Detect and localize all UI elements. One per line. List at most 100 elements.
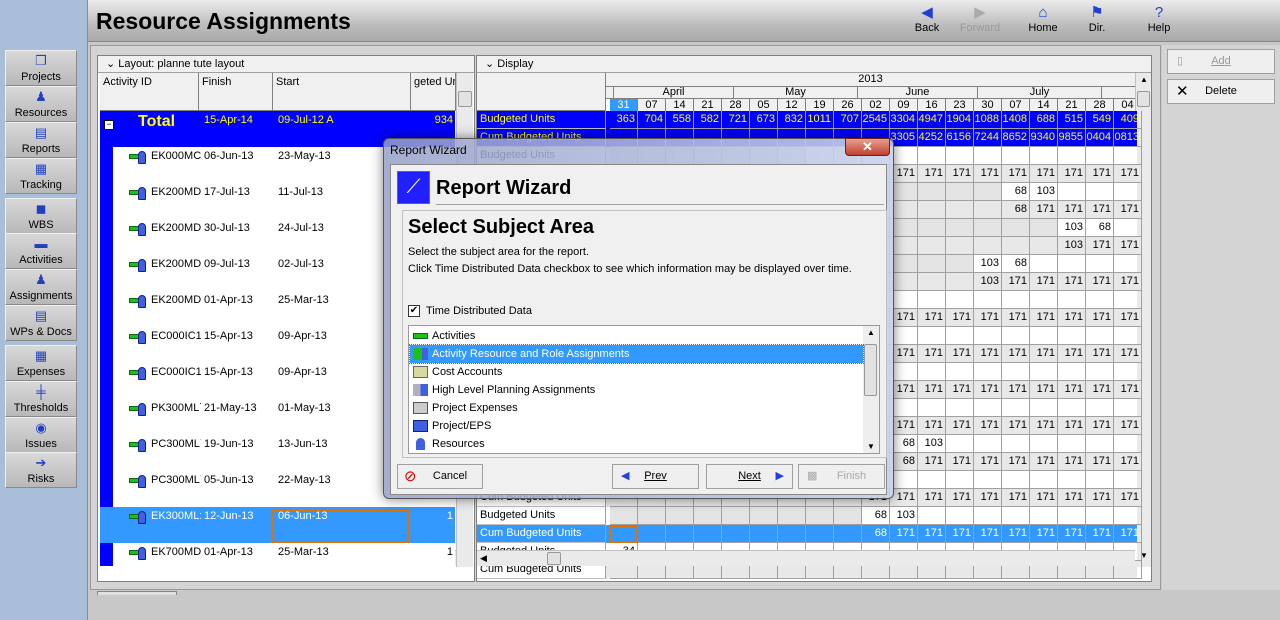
value-cell[interactable]	[1086, 435, 1114, 453]
focused-cell[interactable]	[610, 525, 638, 543]
forward-button[interactable]: ▶ Forward	[952, 4, 1008, 34]
value-cell[interactable]: 4252	[918, 129, 946, 147]
value-cell[interactable]: 171	[1030, 201, 1058, 219]
value-cell[interactable]: 171	[1002, 273, 1030, 291]
value-cell[interactable]	[1002, 291, 1030, 309]
sidebar-item-expenses[interactable]: ▦ Expenses	[5, 345, 77, 381]
value-cell[interactable]	[1086, 147, 1114, 165]
value-cell[interactable]: 558	[666, 111, 694, 129]
value-cell[interactable]: 171	[1114, 237, 1142, 255]
value-cell[interactable]	[890, 399, 918, 417]
value-cell[interactable]: 549	[1086, 111, 1114, 129]
value-cell[interactable]	[974, 183, 1002, 201]
value-cell[interactable]	[946, 435, 974, 453]
value-cell[interactable]	[806, 507, 834, 525]
value-cell[interactable]	[974, 291, 1002, 309]
sidebar-item-tracking[interactable]: ▦ Tracking	[5, 158, 77, 194]
value-cell[interactable]	[946, 237, 974, 255]
value-cell[interactable]	[750, 507, 778, 525]
sidebar-item-resources[interactable]: ♟ Resources	[5, 86, 77, 122]
value-cell[interactable]	[1002, 507, 1030, 525]
value-cell[interactable]	[974, 237, 1002, 255]
value-cell[interactable]	[918, 219, 946, 237]
value-cell[interactable]	[1030, 435, 1058, 453]
prev-button[interactable]: ◀ Prev	[612, 464, 699, 489]
value-cell[interactable]	[1030, 291, 1058, 309]
value-cell[interactable]: 171	[918, 309, 946, 327]
value-cell[interactable]: 1408	[1002, 111, 1030, 129]
value-cell[interactable]: 171	[918, 417, 946, 435]
value-cell[interactable]	[890, 183, 918, 201]
value-cell[interactable]: 171	[1030, 417, 1058, 435]
value-cell[interactable]: 171	[946, 381, 974, 399]
value-cell[interactable]	[1030, 327, 1058, 345]
value-cell[interactable]: 8652	[1002, 129, 1030, 147]
value-cell[interactable]: 171	[1058, 453, 1086, 471]
value-cell[interactable]	[1058, 327, 1086, 345]
value-cell[interactable]: 1011	[806, 111, 834, 129]
value-cell[interactable]	[918, 399, 946, 417]
value-cell[interactable]: 171	[1002, 165, 1030, 183]
value-cell[interactable]: 832	[778, 111, 806, 129]
value-cell[interactable]: 9855	[1058, 129, 1086, 147]
value-cell[interactable]: 103	[1030, 183, 1058, 201]
value-cell[interactable]	[778, 507, 806, 525]
value-cell[interactable]: 171	[946, 453, 974, 471]
value-cell[interactable]	[1058, 363, 1086, 381]
table-row[interactable]: EK300ML: 12-Jun-13 06-Jun-13 1	[100, 507, 455, 543]
value-cell[interactable]	[1114, 363, 1142, 381]
value-cell[interactable]	[1086, 363, 1114, 381]
value-cell[interactable]	[890, 201, 918, 219]
value-cell[interactable]: 171	[918, 525, 946, 543]
value-cell[interactable]: 103	[1058, 219, 1086, 237]
scroll-thumb[interactable]	[458, 91, 472, 107]
value-cell[interactable]: 9340	[1030, 129, 1058, 147]
cum-budgeted-units-row[interactable]: Cum Budgeted Units6817117117117117117117…	[477, 525, 1142, 543]
value-cell[interactable]	[974, 327, 1002, 345]
value-cell[interactable]: 2545	[862, 111, 890, 129]
value-cell[interactable]: 171	[974, 381, 1002, 399]
value-cell[interactable]: 171	[890, 165, 918, 183]
value-cell[interactable]	[1058, 399, 1086, 417]
scroll-left-icon[interactable]: ◀	[480, 553, 487, 564]
value-cell[interactable]: 171	[974, 489, 1002, 507]
value-cell[interactable]: 171	[1086, 309, 1114, 327]
value-cell[interactable]: 103	[918, 435, 946, 453]
value-cell[interactable]	[1086, 327, 1114, 345]
value-cell[interactable]	[834, 525, 862, 543]
list-item[interactable]: Project Expenses	[410, 399, 863, 417]
value-cell[interactable]: 171	[1114, 201, 1142, 219]
scroll-up-icon[interactable]: ▲	[1140, 75, 1148, 84]
value-cell[interactable]	[946, 219, 974, 237]
value-cell[interactable]: 171	[890, 345, 918, 363]
value-cell[interactable]: 171	[1002, 525, 1030, 543]
display-header[interactable]: ⌄ Display	[477, 56, 1151, 73]
collapse-icon[interactable]: −	[104, 120, 114, 130]
value-cell[interactable]: 171	[1086, 489, 1114, 507]
value-cell[interactable]: 171	[1002, 381, 1030, 399]
value-cell[interactable]: 0813	[1114, 129, 1142, 147]
value-cell[interactable]	[918, 255, 946, 273]
value-cell[interactable]	[946, 273, 974, 291]
value-cell[interactable]: 171	[890, 489, 918, 507]
sidebar-item-wbs[interactable]: ◼ WBS	[5, 198, 77, 234]
column-header[interactable]: Activity ID	[100, 73, 199, 111]
value-cell[interactable]: 171	[1114, 345, 1142, 363]
column-header[interactable]: geted Un	[411, 73, 456, 111]
value-cell[interactable]	[946, 201, 974, 219]
value-cell[interactable]: 68	[862, 525, 890, 543]
value-cell[interactable]: 171	[1114, 525, 1142, 543]
value-cell[interactable]	[638, 525, 666, 543]
value-cell[interactable]	[974, 435, 1002, 453]
value-cell[interactable]: 171	[918, 345, 946, 363]
value-cell[interactable]	[1058, 183, 1086, 201]
value-cell[interactable]: 171	[1058, 201, 1086, 219]
value-cell[interactable]: 171	[1058, 525, 1086, 543]
sidebar-item-assignments[interactable]: ♟ Assignments	[5, 269, 77, 305]
value-cell[interactable]	[1058, 507, 1086, 525]
value-cell[interactable]: 171	[1030, 309, 1058, 327]
list-item[interactable]: Activities	[410, 327, 863, 345]
value-cell[interactable]: 171	[1058, 273, 1086, 291]
value-cell[interactable]	[1114, 147, 1142, 165]
value-cell[interactable]	[694, 525, 722, 543]
